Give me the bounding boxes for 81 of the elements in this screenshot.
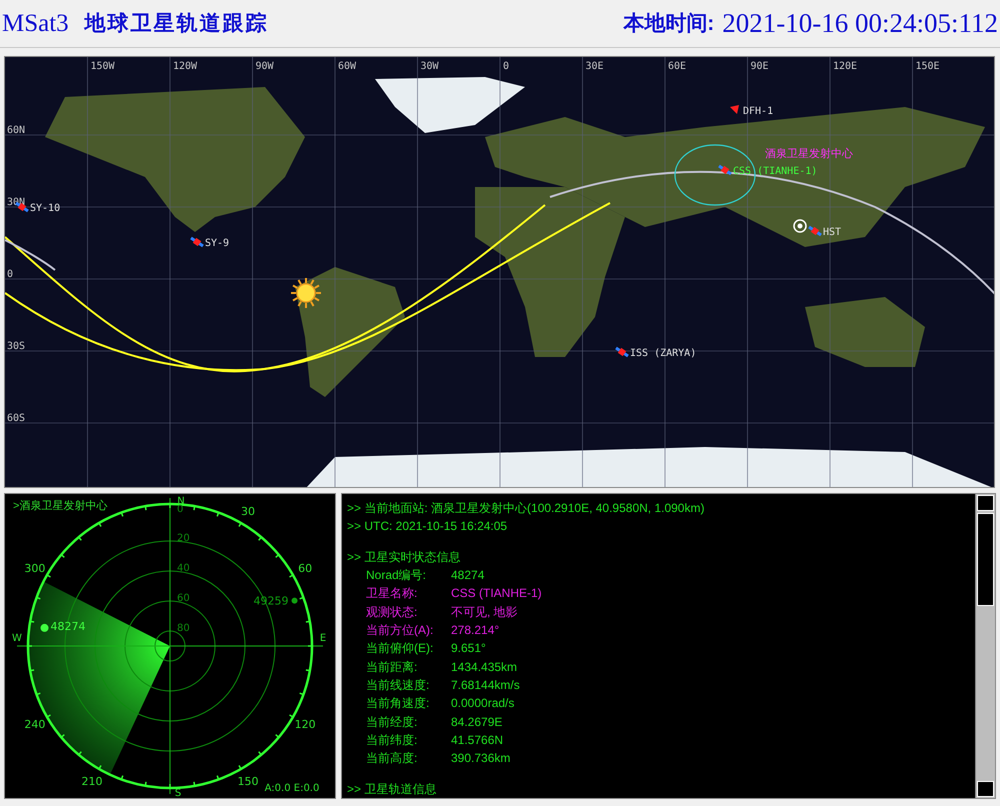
longitude-label: 30W [420,61,439,72]
satellite-dot[interactable] [292,598,298,604]
satellite-label: ISS (ZARYA) [630,348,696,359]
field-value: 278.214° [451,622,500,640]
azimuth-label: 300 [24,562,46,575]
station-label: 酒泉卫星发射中心 [765,148,853,160]
longitude-label: 90W [256,61,274,72]
satellite-label: SY-9 [205,238,230,249]
scroll-up-button[interactable] [977,495,994,511]
compass-label: W [12,633,22,644]
scroll-down-button[interactable] [977,781,994,797]
field-label: 当前距离: [365,658,418,676]
time-label: 本地时间: [623,10,714,37]
latitude-label: 0 [7,269,14,280]
field-value: 7.68144km/s [451,676,520,694]
field-label: 当前角速度: [365,695,430,712]
longitude-label: 120E [833,61,858,72]
elevation-label: 40 [177,563,190,574]
latitude-label: 30S [7,341,26,352]
longitude-label: 30E [586,61,604,72]
field-value: 84.2679E [451,714,502,731]
azimuth-label: 150 [238,775,258,788]
satellite-label: HST [823,227,842,238]
field-label: 当前方位(A): [365,622,434,640]
field-label: 卫星名称: [365,585,418,602]
latitude-label: 60S [7,413,26,424]
ground-station-icon [793,219,807,233]
field-value: 9.651° [451,640,486,658]
longitude-label: 150W [90,61,115,72]
field-label: 观测状态: [365,604,418,621]
satellite-id-label: 48274 [50,620,86,633]
field-label: Norad编号: [365,567,428,584]
local-time: 2021-10-16 00:24:05:112 [722,7,998,40]
log-line: >> 卫星实时状态信息 [347,548,460,566]
azimuth-label: 30 [241,504,255,518]
field-label: 当前纬度: [365,732,418,749]
longitude-label: 90E [750,61,769,72]
longitude-label: 60E [668,61,686,72]
log-line: >> UTC: 2021-10-15 16:24:05 [347,518,508,536]
field-label: 当前俯仰(E): [365,640,434,658]
compass-label: S [174,788,182,798]
azimuth-label: 240 [24,718,46,731]
longitude-label: 60W [338,61,356,72]
satellite-icon[interactable] [615,346,629,358]
satellite-label: SY-10 [30,203,60,214]
sun-icon [291,278,321,308]
field-value: 不可见, 地影 [451,604,518,621]
marker-icon[interactable] [730,105,739,114]
longitude-label: 120W [173,61,198,72]
field-value: 41.5766N [451,732,504,749]
elevation-label: 80 [177,623,190,634]
field-value: CSS (TIANHE-1) [451,585,542,602]
field-value: 1434.435km [451,658,518,676]
app-name: MSat3 [2,8,69,39]
orbit-path-line [5,239,56,271]
satellite-label: DFH-1 [743,106,774,117]
field-label: 当前线速度: [365,676,430,694]
azimuth-elevation-readout: A:0.0 E:0.0 [264,783,320,794]
field-value: 390.736km [451,750,510,768]
field-value: 48274 [451,567,484,584]
field-label: 当前高度: [365,750,418,768]
elevation-label: 60 [177,593,190,604]
scrollbar-thumb[interactable] [977,513,994,606]
scrollbar[interactable] [975,494,995,798]
field-value: 0.0000rad/s [451,695,514,712]
app-title: 地球卫星轨道跟踪 [84,10,269,37]
log-line: >> 当前地面站: 酒泉卫星发射中心(100.2910E, 40.9580N, 1.090km) [347,500,704,517]
azimuth-label: 210 [82,775,102,788]
field-label: 当前经度: [365,714,418,731]
elevation-label: 0 [177,504,184,515]
compass-label: E [320,633,326,644]
azimuth-label: 60 [298,562,312,575]
satellite-icon[interactable] [190,236,204,248]
log-line: >> 卫星轨道信息 [347,780,436,798]
latitude-label: 60N [7,125,26,136]
longitude-label: 0 [503,61,510,72]
azimuth-label: 120 [294,718,316,731]
elevation-label: 20 [177,533,190,544]
radar-station-title: >酒泉卫星发射中心 [13,498,108,514]
longitude-label: 150E [916,61,940,72]
satellite-dot[interactable] [40,624,49,632]
